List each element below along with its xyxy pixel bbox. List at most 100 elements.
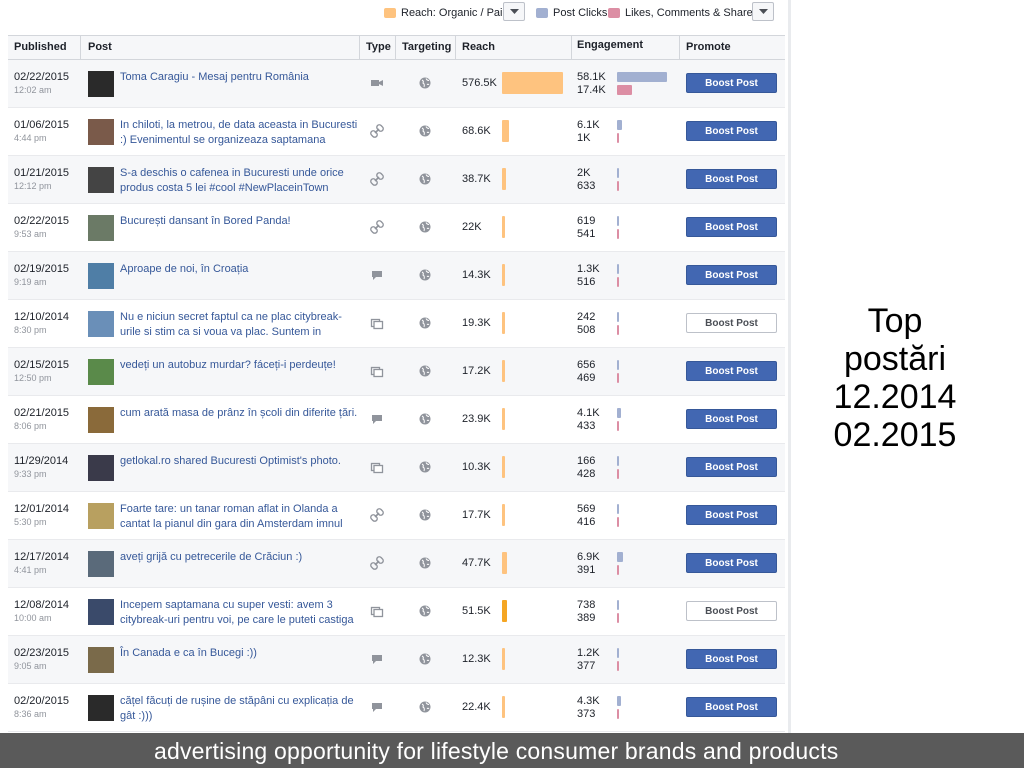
header-type[interactable]: Type xyxy=(366,41,391,53)
boost-post-button[interactable]: Boost Post xyxy=(686,169,777,189)
post-thumbnail[interactable] xyxy=(88,167,114,193)
boost-post-button[interactable]: Boost Post xyxy=(686,361,777,381)
caption-text: advertising opportunity for lifestyle co… xyxy=(154,738,839,764)
status-icon xyxy=(372,703,382,712)
post-text-link[interactable]: In chiloti, la metrou, de data aceasta i… xyxy=(120,118,358,148)
engagement-dropdown-button[interactable] xyxy=(752,2,774,21)
header-post[interactable]: Post xyxy=(88,41,112,53)
table-row[interactable]: 11/29/2014 9:33 pm getlokal.ro shared Bucu… xyxy=(8,444,785,492)
published-time: 9:05 am xyxy=(14,661,47,671)
post-text-link[interactable]: cățel făcuți de rușine de stăpâni cu exp… xyxy=(120,694,358,724)
globe-icon xyxy=(419,605,431,617)
table-row[interactable]: 02/22/2015 9:53 am București dansant în Bo… xyxy=(8,204,785,252)
table-row[interactable]: 02/22/2015 12:02 am Toma Caragiu - Mesaj p… xyxy=(8,60,785,108)
likes-bar xyxy=(617,469,619,479)
post-text-link[interactable]: Toma Caragiu - Mesaj pentru România xyxy=(120,70,358,85)
published-date: 12/08/2014 xyxy=(14,599,70,611)
header-engagement[interactable]: Engagement xyxy=(577,39,643,51)
boost-post-button[interactable]: Boost Post xyxy=(686,697,777,717)
published-date: 02/19/2015 xyxy=(14,263,70,275)
reach-bar xyxy=(502,696,505,718)
reach-value: 22K xyxy=(462,221,482,233)
post-thumbnail[interactable] xyxy=(88,599,114,625)
legend-reach-label: Reach: Organic / Paid xyxy=(401,7,509,19)
boost-post-button[interactable]: Boost Post xyxy=(686,457,777,477)
post-clicks-value: 619 xyxy=(577,215,596,227)
album-icon xyxy=(370,318,384,330)
boost-post-button[interactable]: Boost Post xyxy=(686,217,777,237)
reach-bar xyxy=(502,552,508,574)
post-thumbnail[interactable] xyxy=(88,215,114,241)
post-text-link[interactable]: Aproape de noi, în Croația xyxy=(120,262,358,277)
globe-icon xyxy=(419,365,431,377)
published-date: 02/21/2015 xyxy=(14,407,70,419)
post-text-link[interactable]: Incepem saptamana cu super vesti: avem 3… xyxy=(120,598,358,628)
post-text-link[interactable]: aveți grijă cu petrecerile de Crăciun :) xyxy=(120,550,358,565)
post-thumbnail[interactable] xyxy=(88,455,114,481)
published-date: 12/01/2014 xyxy=(14,503,70,515)
table-row[interactable]: 12/01/2014 5:30 pm Foarte tare: un tanar r… xyxy=(8,492,785,540)
post-thumbnail[interactable] xyxy=(88,263,114,289)
reach-dropdown-button[interactable] xyxy=(503,2,525,21)
post-clicks-value: 58.1K xyxy=(577,71,606,83)
legend-likes: Likes, Comments & Shares xyxy=(608,3,758,23)
post-thumbnail[interactable] xyxy=(88,311,114,337)
likes-bar xyxy=(617,325,619,335)
link-icon xyxy=(370,556,384,570)
post-text-link[interactable]: getlokal.ro shared Bucuresti Optimist's … xyxy=(120,454,358,469)
post-text-link[interactable]: București dansant în Bored Panda! xyxy=(120,214,358,229)
post-text-link[interactable]: S-a deschis o cafenea in Bucuresti unde … xyxy=(120,166,358,196)
post-clicks-bar xyxy=(617,504,619,514)
posts-table: Published Post Type Targeting Reach Enga… xyxy=(8,35,785,732)
table-row[interactable]: 12/08/2014 10:00 am Incepem saptamana cu s… xyxy=(8,588,785,636)
boost-post-button[interactable]: Boost Post xyxy=(686,601,777,621)
likes-bar xyxy=(617,277,619,287)
post-thumbnail[interactable] xyxy=(88,407,114,433)
post-thumbnail[interactable] xyxy=(88,551,114,577)
likes-value: 508 xyxy=(577,324,596,336)
post-thumbnail[interactable] xyxy=(88,359,114,385)
boost-post-button[interactable]: Boost Post xyxy=(686,265,777,285)
likes-bar xyxy=(617,133,619,143)
post-thumbnail[interactable] xyxy=(88,503,114,529)
header-reach[interactable]: Reach xyxy=(462,41,495,53)
table-row[interactable]: 12/17/2014 4:41 pm aveți grijă cu petrecer… xyxy=(8,540,785,588)
reach-bar xyxy=(502,600,508,622)
post-text-link[interactable]: Foarte tare: un tanar roman aflat in Ola… xyxy=(120,502,358,532)
boost-post-button[interactable]: Boost Post xyxy=(686,409,777,429)
post-text-link[interactable]: cum arată masa de prânz în școli din dif… xyxy=(120,406,358,421)
header-promote[interactable]: Promote xyxy=(686,41,731,53)
table-row[interactable]: 02/21/2015 8:06 pm cum arată masa de prânz… xyxy=(8,396,785,444)
likes-bar xyxy=(617,661,619,671)
table-row[interactable]: 02/23/2015 9:05 am În Canada e ca în Buceg… xyxy=(8,636,785,684)
post-thumbnail[interactable] xyxy=(88,119,114,145)
post-clicks-value: 166 xyxy=(577,455,596,467)
boost-post-button[interactable]: Boost Post xyxy=(686,649,777,669)
post-text-link[interactable]: vedeți un autobuz murdar? fáceți-i perde… xyxy=(120,358,358,373)
header-published[interactable]: Published xyxy=(14,41,67,53)
reach-bar xyxy=(502,216,505,238)
table-row[interactable]: 01/21/2015 12:12 pm S-a deschis o cafenea … xyxy=(8,156,785,204)
boost-post-button[interactable]: Boost Post xyxy=(686,121,777,141)
post-clicks-bar xyxy=(617,168,619,178)
boost-post-button[interactable]: Boost Post xyxy=(686,73,777,93)
boost-post-button[interactable]: Boost Post xyxy=(686,505,777,525)
table-row[interactable]: 01/06/2015 4:44 pm In chiloti, la metrou, … xyxy=(8,108,785,156)
post-clicks-bar xyxy=(617,648,619,658)
header-targeting[interactable]: Targeting xyxy=(402,41,451,53)
globe-icon xyxy=(419,461,431,473)
table-row[interactable]: 12/10/2014 8:30 pm Nu e niciun secret fapt… xyxy=(8,300,785,348)
published-date: 02/22/2015 xyxy=(14,215,70,227)
post-text-link[interactable]: Nu e niciun secret faptul ca ne plac cit… xyxy=(120,310,358,340)
post-text-link[interactable]: În Canada e ca în Bucegi :)) xyxy=(120,646,358,661)
table-row[interactable]: 02/15/2015 12:50 pm vedeți un autobuz murd… xyxy=(8,348,785,396)
boost-post-button[interactable]: Boost Post xyxy=(686,313,777,333)
post-thumbnail[interactable] xyxy=(88,647,114,673)
table-row[interactable]: 02/19/2015 9:19 am Aproape de noi, în Croa… xyxy=(8,252,785,300)
post-thumbnail[interactable] xyxy=(88,71,114,97)
boost-post-button[interactable]: Boost Post xyxy=(686,553,777,573)
published-time: 12:50 pm xyxy=(14,373,52,383)
likes-value: 416 xyxy=(577,516,596,528)
table-row[interactable]: 02/20/2015 8:36 am cățel făcuți de rușine … xyxy=(8,684,785,732)
post-thumbnail[interactable] xyxy=(88,695,114,721)
